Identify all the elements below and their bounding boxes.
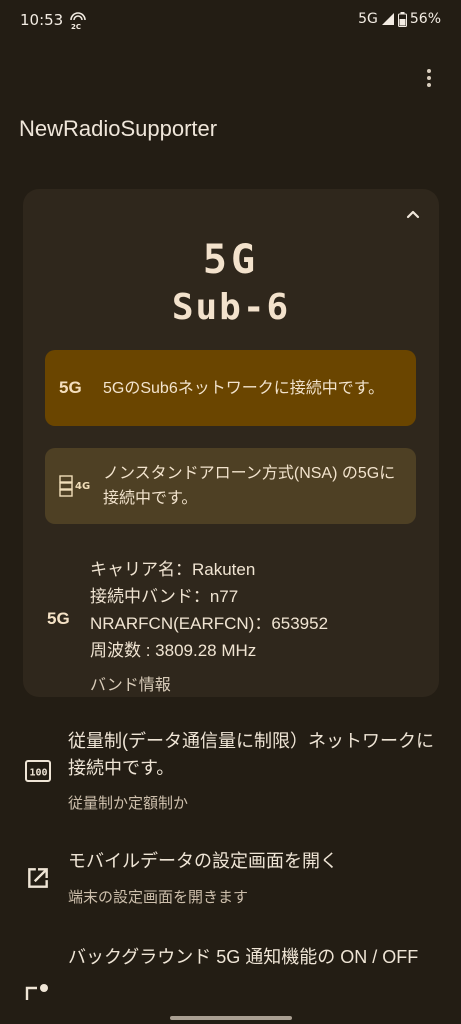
background-notification-item[interactable]: バックグラウンド 5G 通知機能の ON / OFF xyxy=(0,944,461,1014)
home-indicator[interactable] xyxy=(170,1016,292,1020)
mobile-data-settings-title: モバイルデータの設定画面を開く xyxy=(68,851,338,871)
app-title: NewRadioSupporter xyxy=(19,116,218,141)
metered-network-item[interactable]: 100 従量制(データ通信量に制限）ネットワークに接続中です。 従量制か定額制か xyxy=(0,728,461,828)
nsa-message-text: ノンスタンドアローン方式(NSA) の5Gに接続中です。 xyxy=(103,465,396,507)
background-toggle-icon xyxy=(25,984,48,1000)
status-battery: 56% xyxy=(409,11,441,27)
network-type: Sub-6 xyxy=(171,287,291,328)
nsa-5g-4g-icon: 4G xyxy=(59,475,95,497)
more-vert-icon[interactable] xyxy=(417,66,441,90)
5g-detail-icon: 5G xyxy=(47,609,70,628)
chevron-up-icon[interactable] xyxy=(401,203,425,227)
svg-text:100: 100 xyxy=(30,768,48,779)
open-external-icon xyxy=(28,868,48,888)
status-network: 5G xyxy=(358,11,378,27)
band-info-link[interactable]: バンド情報 xyxy=(90,671,171,695)
5g-badge-icon: 5G xyxy=(59,378,95,398)
network-status-card: 5G Sub-6 5G 5GのSub6ネットワークに接続中です。 4G ノンスタ… xyxy=(23,189,439,697)
connection-details: キャリア名：Rakuten 接続中バンド：n77 NRARFCN(EARFCN)… xyxy=(90,556,328,664)
battery-icon xyxy=(397,11,407,27)
connected-band: 接続中バンド：n77 xyxy=(90,587,239,606)
svg-text:2C: 2C xyxy=(71,23,81,31)
5g-badge-text: 5G xyxy=(59,378,82,397)
sub6-message-text: 5GのSub6ネットワークに接続中です。 xyxy=(103,379,385,397)
metered-100-icon: 100 xyxy=(25,760,51,782)
frequency: 周波数 : 3809.28 MHz xyxy=(90,641,257,660)
mobile-data-settings-subtitle: 端末の設定画面を開きます xyxy=(68,889,249,906)
mobile-data-settings-item[interactable]: モバイルデータの設定画面を開く 端末の設定画面を開きます xyxy=(0,848,461,918)
status-right-group: 5G 56% xyxy=(358,11,441,27)
metered-network-subtitle: 従量制か定額制か xyxy=(68,795,189,812)
sub6-message-box: 5G 5GのSub6ネットワークに接続中です。 xyxy=(45,350,416,426)
2c-hotspot-icon: 2C xyxy=(70,12,86,31)
network-generation: 5G xyxy=(202,237,260,283)
nsa-icon-text: 4G xyxy=(75,480,91,492)
background-notification-title: バックグラウンド 5G 通知機能の ON / OFF xyxy=(68,947,419,967)
nrarfcn: NRARFCN(EARFCN)：653952 xyxy=(90,614,329,633)
signal-icon xyxy=(381,13,394,25)
metered-network-title: 従量制(データ通信量に制限）ネットワークに接続中です。 xyxy=(68,731,434,778)
nsa-message-box: 4G ノンスタンドアローン方式(NSA) の5Gに接続中です。 xyxy=(45,448,416,524)
carrier-name: キャリア名：Rakuten xyxy=(90,560,256,579)
status-time: 10:53 xyxy=(20,11,64,29)
status-bar: 10:53 2C 5G 56% xyxy=(0,0,461,42)
